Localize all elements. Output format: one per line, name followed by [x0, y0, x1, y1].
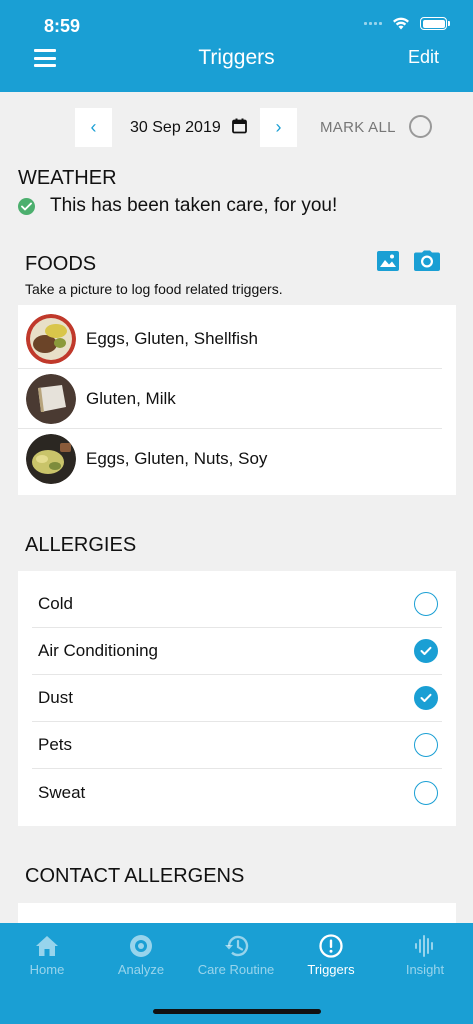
foods-section-title: FOODS [25, 253, 97, 275]
camera-icon[interactable] [413, 250, 441, 272]
app-header: 8:59 Triggers Edit [0, 0, 473, 92]
tab-label: Insight [405, 962, 445, 977]
food-list-item[interactable]: Eggs, Gluten, Nuts, Soy [18, 429, 442, 489]
weather-section-title: WEATHER [18, 167, 117, 189]
food-photo-thumbnail [26, 434, 76, 484]
previous-day-button[interactable]: ‹ [75, 108, 112, 147]
check-circle-icon [18, 197, 35, 215]
allergies-section-title: ALLERGIES [25, 534, 137, 556]
allergy-label: Dust [38, 688, 73, 707]
allergy-item-sweat[interactable]: Sweat [32, 769, 442, 816]
calendar-icon[interactable] [232, 118, 247, 134]
allergy-item-dust[interactable]: Dust [32, 675, 442, 722]
allergy-item-pets[interactable]: Pets [32, 722, 442, 769]
status-icons [364, 17, 450, 30]
allergy-label: Air Conditioning [38, 641, 159, 660]
home-indicator [153, 1009, 321, 1014]
tab-care-routine[interactable]: Care Routine [189, 931, 283, 977]
mark-all-radio[interactable] [409, 115, 432, 138]
checked-circle-icon[interactable] [414, 639, 438, 663]
allergy-label: Pets [38, 735, 73, 754]
food-photo-thumbnail [26, 313, 76, 364]
gallery-image-icon[interactable] [376, 250, 400, 272]
mark-all-label[interactable]: MARK ALL [320, 119, 396, 136]
tab-home[interactable]: Home [0, 931, 94, 977]
tab-label: Home [29, 962, 65, 977]
tab-triggers[interactable]: Triggers [284, 931, 378, 977]
wifi-icon [393, 17, 409, 30]
status-time: 8:59 [44, 16, 81, 36]
history-icon [225, 935, 249, 957]
battery-icon [420, 17, 450, 30]
allergy-item-air-conditioning[interactable]: Air Conditioning [32, 628, 442, 675]
food-photo-thumbnail [26, 373, 76, 424]
page-title: Triggers [198, 46, 275, 69]
alert-icon [319, 934, 343, 958]
allergy-label: Sweat [38, 782, 86, 802]
tab-label: Analyze [117, 962, 165, 977]
date-selector: ‹ 30 Sep 2019 › MARK ALL [0, 108, 473, 148]
next-day-button[interactable]: › [260, 108, 297, 147]
unchecked-circle-icon[interactable] [414, 592, 438, 616]
food-list-item[interactable]: Gluten, Milk [18, 369, 442, 429]
tab-label: Care Routine [197, 962, 275, 977]
food-tags: Eggs, Gluten, Nuts, Soy [86, 449, 268, 468]
food-list-item[interactable]: Eggs, Gluten, Shellfish [18, 309, 442, 369]
weather-status: This has been taken care, for you! [18, 195, 337, 217]
food-capture-actions [376, 250, 441, 272]
tab-label: Triggers [307, 962, 355, 977]
date-label[interactable]: 30 Sep 2019 [130, 119, 221, 137]
unchecked-circle-icon[interactable] [414, 780, 438, 805]
tab-insight[interactable]: Insight [378, 931, 472, 977]
food-tags: Gluten, Milk [86, 388, 176, 408]
food-tags: Eggs, Gluten, Shellfish [86, 328, 258, 348]
allergy-item-cold[interactable]: Cold [32, 581, 442, 628]
allergy-label: Cold [38, 594, 73, 613]
allergies-list: Cold Air Conditioning Dust Pets Sweat [18, 571, 456, 826]
unchecked-circle-icon[interactable] [414, 733, 438, 757]
waveform-icon [415, 935, 433, 957]
tab-analyze[interactable]: Analyze [94, 931, 188, 977]
checked-circle-icon[interactable] [414, 686, 438, 710]
foods-list: Eggs, Gluten, Shellfish Gluten, Milk Egg… [18, 305, 456, 495]
weather-message: This has been taken care, for you! [50, 195, 338, 216]
contact-allergens-section-title: CONTACT ALLERGENS [25, 865, 245, 887]
home-icon [36, 936, 58, 956]
edit-button[interactable]: Edit [408, 47, 439, 68]
analyze-icon [130, 935, 152, 957]
foods-subtitle: Take a picture to log food related trigg… [25, 281, 283, 297]
cellular-signal-icon [364, 22, 382, 25]
